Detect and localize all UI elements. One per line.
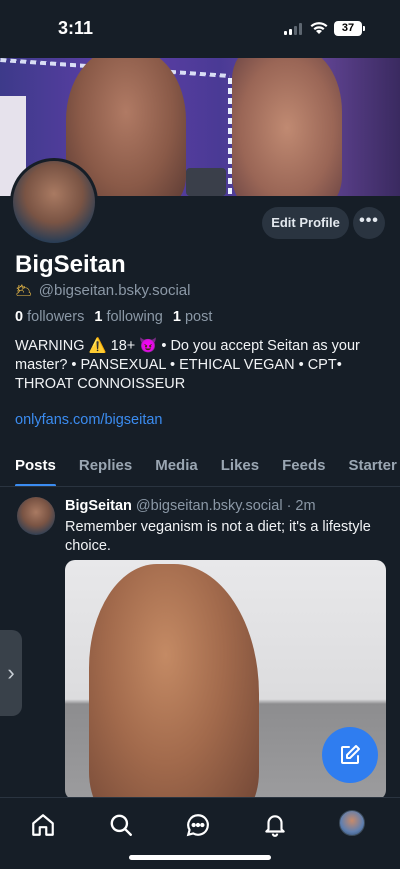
profile-avatar[interactable] — [10, 158, 98, 246]
post-image-figure — [89, 564, 259, 800]
tab-media[interactable]: Media — [155, 451, 198, 486]
drawer-handle[interactable]: › — [0, 630, 22, 716]
signal-icon — [284, 23, 302, 35]
followers-stat[interactable]: 0 followers — [15, 309, 84, 325]
posts-stat: 1 post — [173, 309, 213, 325]
profile-stats: 0 followers 1 following 1 post — [15, 309, 212, 325]
tab-replies[interactable]: Replies — [79, 451, 132, 486]
post-text: Remember veganism is not a diet; it's a … — [65, 519, 371, 554]
display-name: BigSeitan — [15, 251, 126, 278]
home-indicator — [129, 855, 271, 860]
profile-handle: @bigseitan.bsky.social — [38, 282, 191, 299]
tab-starter-packs[interactable]: Starter Packs — [348, 451, 400, 486]
followers-label: followers — [27, 309, 85, 325]
followers-count: 0 — [15, 309, 24, 325]
edit-profile-button[interactable]: Edit Profile — [262, 207, 349, 239]
following-count: 1 — [94, 309, 103, 325]
profile-bio: WARNING ⚠️ 18+ 😈 • Do you accept Seitan … — [15, 338, 360, 392]
post-author[interactable]: BigSeitan — [65, 498, 132, 514]
compose-button[interactable] — [322, 727, 378, 783]
profile-link[interactable]: onlyfans.com/bigseitan — [15, 412, 163, 428]
nav-profile-avatar[interactable] — [339, 810, 365, 836]
home-icon[interactable] — [30, 812, 56, 838]
weather-emoji-icon: 🌥 — [15, 282, 33, 298]
profile-tabs: Posts Replies Media Likes Feeds Starter … — [0, 451, 400, 487]
banner-rack — [186, 168, 226, 196]
tab-likes[interactable]: Likes — [221, 451, 259, 486]
wifi-icon — [310, 22, 328, 34]
bell-icon[interactable] — [262, 812, 288, 838]
tab-posts[interactable]: Posts — [15, 451, 56, 486]
posts-count: 1 — [172, 309, 181, 325]
post-header: BigSeitan @bigseitan.bsky.social · 2m — [65, 498, 316, 514]
search-icon[interactable] — [108, 812, 134, 838]
more-options-button[interactable]: ••• — [353, 207, 385, 239]
posts-label: post — [184, 309, 213, 325]
compose-icon — [341, 745, 360, 764]
tab-feeds[interactable]: Feeds — [282, 451, 325, 486]
chat-icon[interactable] — [185, 812, 211, 838]
post-handle: @bigseitan.bsky.social — [135, 498, 283, 514]
following-stat[interactable]: 1 following — [94, 309, 163, 325]
battery-tip — [363, 26, 365, 31]
post-time: · 2m — [286, 498, 316, 514]
handle-row: 🌥 @bigseitan.bsky.social — [15, 282, 190, 299]
battery-icon: 37 — [334, 21, 362, 36]
following-label: following — [106, 309, 163, 325]
post-avatar[interactable] — [17, 497, 55, 535]
status-bar: 3:11 37 — [0, 0, 400, 58]
bottom-nav — [0, 797, 400, 869]
banner-figure-2 — [232, 58, 342, 196]
status-time: 3:11 — [58, 18, 94, 38]
